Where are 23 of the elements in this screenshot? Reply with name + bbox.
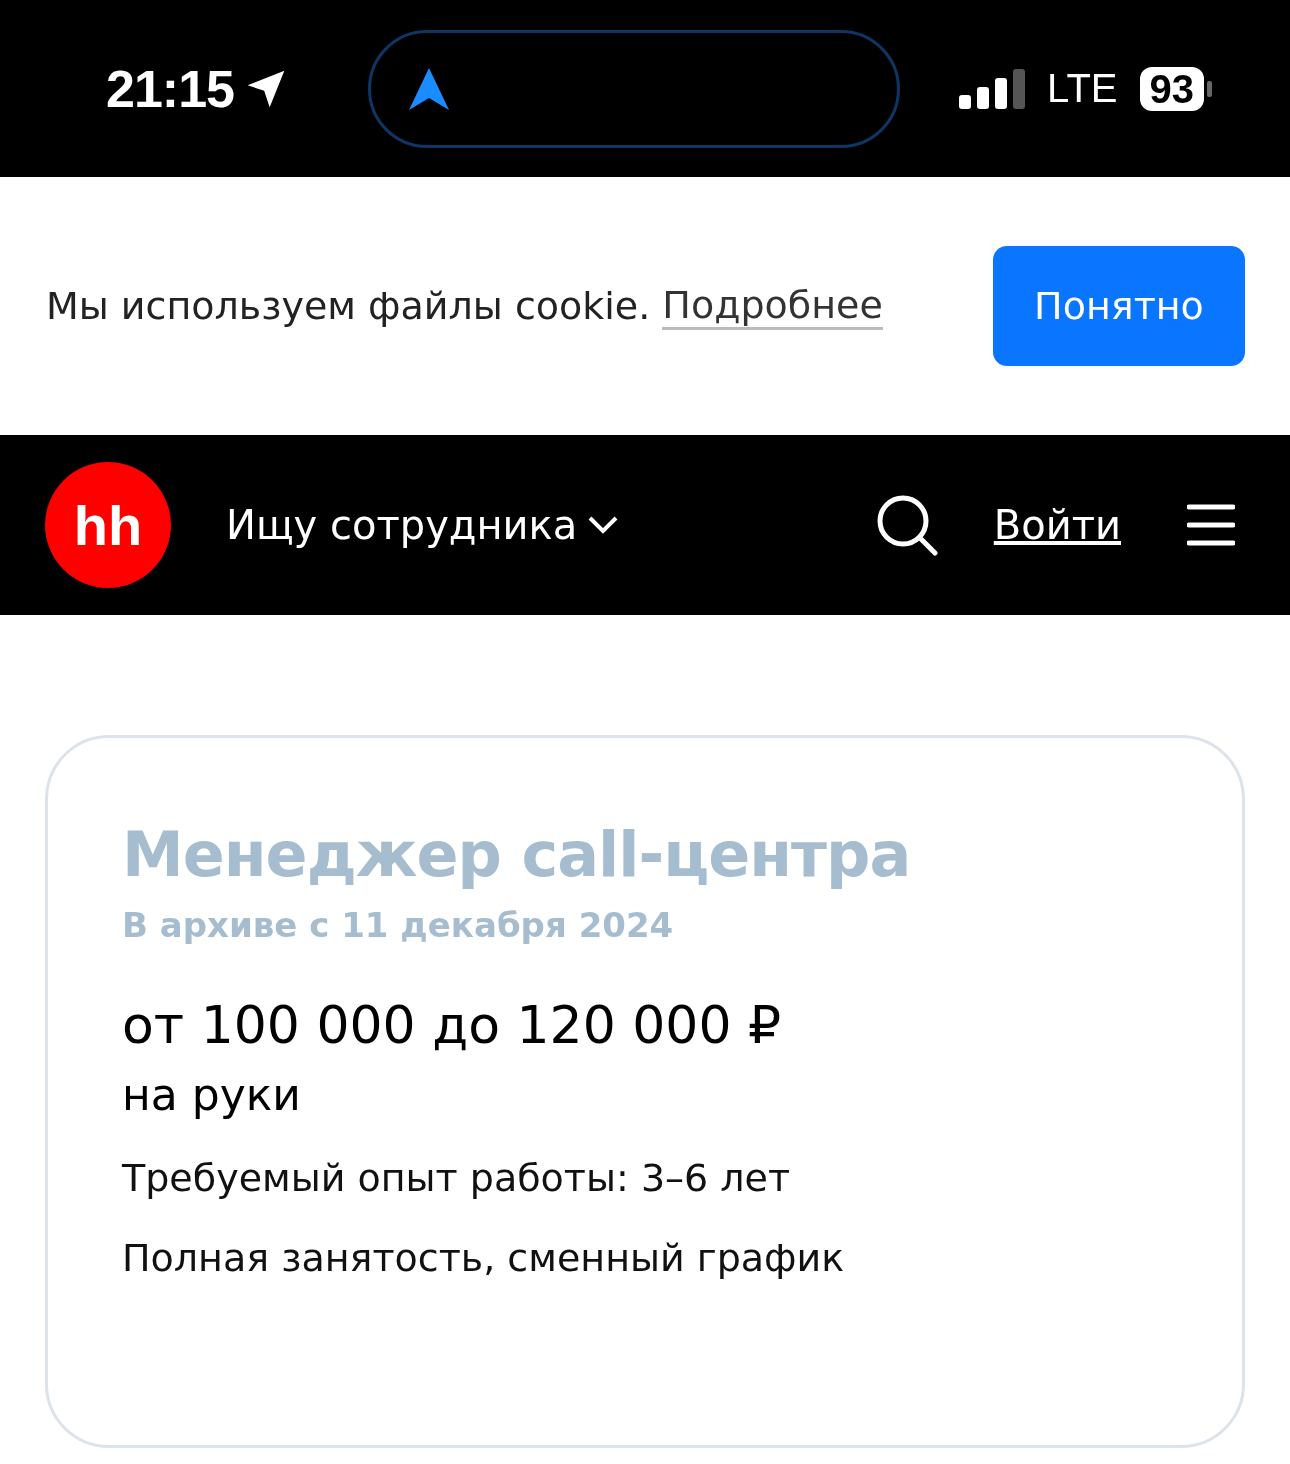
salary: от 100 000 до 120 000 ₽: [122, 995, 783, 1055]
accept-button[interactable]: Понятно: [993, 246, 1245, 366]
salary-note: на руки: [122, 1069, 302, 1120]
network-label: LTE: [1047, 66, 1118, 111]
logo[interactable]: hh: [45, 462, 171, 588]
chevron-down-icon: [587, 515, 620, 535]
login-link[interactable]: Войти: [993, 502, 1121, 548]
search-button[interactable]: [875, 494, 938, 556]
role-selector[interactable]: Ищу сотрудника: [226, 502, 620, 548]
search-icon: [875, 494, 938, 556]
battery-level: 93: [1139, 66, 1204, 111]
details-link[interactable]: Подробнее: [662, 282, 883, 330]
cookie-notice: Мы используем файлы cookie.: [46, 284, 651, 328]
archive-date: В архиве с 11 декабря 2024: [122, 905, 675, 945]
battery-tip-icon: [1207, 80, 1212, 97]
menu-icon: [1187, 504, 1235, 546]
clock-time: 21:15: [106, 58, 234, 119]
signal-icon: [959, 68, 1026, 109]
vacancy-detail: Полная занятость, сменный график: [122, 1236, 846, 1280]
navigation-arrow-icon: [409, 67, 449, 110]
vacancy-title: Менеджер call-центра: [122, 818, 912, 891]
menu-button[interactable]: [1187, 504, 1235, 546]
vacancy-detail: Требуемый опыт работы: 3–6 лет: [122, 1156, 792, 1200]
